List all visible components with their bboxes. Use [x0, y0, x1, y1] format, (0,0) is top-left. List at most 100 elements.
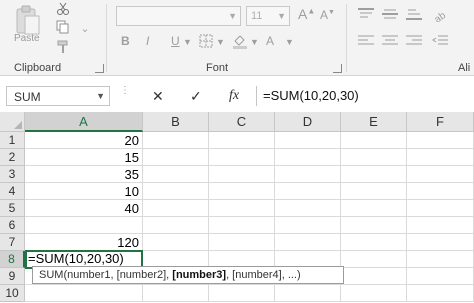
- formula-bar-grip[interactable]: ⋮: [120, 86, 130, 104]
- cell-b1[interactable]: [143, 132, 209, 149]
- cell-f7[interactable]: [407, 234, 474, 251]
- row-header[interactable]: 6: [0, 217, 25, 234]
- cell-c4[interactable]: [209, 183, 275, 200]
- column-header-a[interactable]: A: [25, 112, 143, 132]
- cell-e5[interactable]: [341, 200, 407, 217]
- align-left-icon[interactable]: [356, 35, 376, 49]
- cell-e2[interactable]: [341, 149, 407, 166]
- cut-icon[interactable]: [56, 2, 70, 16]
- column-header-b[interactable]: B: [143, 112, 209, 132]
- cell-d1[interactable]: [275, 132, 341, 149]
- clipboard-dialog-launcher[interactable]: [95, 64, 104, 73]
- align-center-icon[interactable]: [380, 35, 400, 49]
- cell-a7[interactable]: 120: [25, 234, 143, 251]
- font-size-combo[interactable]: 11 ▼: [246, 6, 290, 26]
- italic-button[interactable]: I: [146, 34, 149, 48]
- underline-button[interactable]: U: [171, 34, 180, 48]
- font-dialog-launcher[interactable]: [333, 64, 342, 73]
- cell-a6[interactable]: [25, 217, 143, 234]
- chevron-down-icon[interactable]: ⌄: [78, 22, 92, 36]
- row-header[interactable]: 10: [0, 285, 25, 302]
- cell-f8[interactable]: [407, 251, 474, 268]
- borders-icon[interactable]: [199, 34, 213, 51]
- cell-a2[interactable]: 15: [25, 149, 143, 166]
- cell-f2[interactable]: [407, 149, 474, 166]
- cell-c3[interactable]: [209, 166, 275, 183]
- grow-font-button[interactable]: A▲: [298, 6, 315, 22]
- bold-button[interactable]: B: [121, 34, 130, 48]
- cell-b2[interactable]: [143, 149, 209, 166]
- chevron-down-icon[interactable]: ▼: [96, 91, 105, 101]
- cell-a10[interactable]: [25, 285, 143, 302]
- align-right-icon[interactable]: [404, 35, 424, 49]
- cell-b7[interactable]: [143, 234, 209, 251]
- cell-b6[interactable]: [143, 217, 209, 234]
- cell-f6[interactable]: [407, 217, 474, 234]
- cell-f1[interactable]: [407, 132, 474, 149]
- row-header[interactable]: 1: [0, 132, 25, 149]
- orientation-icon[interactable]: ab: [430, 8, 450, 26]
- row-header[interactable]: 8: [0, 251, 25, 268]
- cell-e10[interactable]: [341, 285, 407, 302]
- align-bottom-icon[interactable]: [404, 8, 424, 22]
- cell-d4[interactable]: [275, 183, 341, 200]
- cell-b3[interactable]: [143, 166, 209, 183]
- cell-a5[interactable]: 40: [25, 200, 143, 217]
- name-box[interactable]: SUM ▼: [6, 86, 110, 106]
- shrink-font-button[interactable]: A▼: [320, 8, 335, 22]
- format-painter-icon[interactable]: [56, 40, 70, 54]
- row-header[interactable]: 2: [0, 149, 25, 166]
- cell-a3[interactable]: 35: [25, 166, 143, 183]
- cell-e4[interactable]: [341, 183, 407, 200]
- row-header[interactable]: 9: [0, 268, 25, 285]
- cell-e1[interactable]: [341, 132, 407, 149]
- align-middle-icon[interactable]: [380, 8, 400, 22]
- cell-c5[interactable]: [209, 200, 275, 217]
- cell-d5[interactable]: [275, 200, 341, 217]
- cell-c2[interactable]: [209, 149, 275, 166]
- decrease-indent-icon[interactable]: [430, 35, 450, 49]
- cancel-icon[interactable]: ✕: [152, 88, 164, 105]
- cell-f10[interactable]: [407, 285, 474, 302]
- cell-c6[interactable]: [209, 217, 275, 234]
- column-header-c[interactable]: C: [209, 112, 275, 132]
- chevron-down-icon[interactable]: ▼: [285, 37, 294, 47]
- cell-c10[interactable]: [209, 285, 275, 302]
- row-header[interactable]: 5: [0, 200, 25, 217]
- chevron-down-icon[interactable]: ▼: [216, 37, 225, 47]
- font-color-button[interactable]: A: [266, 34, 274, 48]
- chevron-down-icon[interactable]: ▼: [250, 37, 259, 47]
- formula-input[interactable]: =SUM(10,20,30): [256, 86, 474, 106]
- chevron-down-icon[interactable]: ▼: [183, 37, 192, 47]
- row-header[interactable]: 4: [0, 183, 25, 200]
- font-name-combo[interactable]: ▼: [116, 6, 241, 26]
- cell-e8[interactable]: [341, 251, 407, 268]
- cell-f5[interactable]: [407, 200, 474, 217]
- cell-c1[interactable]: [209, 132, 275, 149]
- cell-e3[interactable]: [341, 166, 407, 183]
- function-argument-tooltip[interactable]: SUM(number1, [number2], [number3], [numb…: [32, 266, 344, 284]
- cell-f3[interactable]: [407, 166, 474, 183]
- fill-color-icon[interactable]: [232, 33, 248, 52]
- select-all-button[interactable]: [0, 112, 25, 132]
- column-header-e[interactable]: E: [341, 112, 407, 132]
- cell-a4[interactable]: 10: [25, 183, 143, 200]
- cell-b5[interactable]: [143, 200, 209, 217]
- cell-d7[interactable]: [275, 234, 341, 251]
- row-header[interactable]: 7: [0, 234, 25, 251]
- column-header-d[interactable]: D: [275, 112, 341, 132]
- cell-e7[interactable]: [341, 234, 407, 251]
- cell-e6[interactable]: [341, 217, 407, 234]
- align-top-icon[interactable]: [356, 8, 376, 22]
- column-header-f[interactable]: F: [407, 112, 474, 132]
- cell-e9[interactable]: [341, 268, 407, 285]
- cell-d2[interactable]: [275, 149, 341, 166]
- cell-a1[interactable]: 20: [25, 132, 143, 149]
- cell-d3[interactable]: [275, 166, 341, 183]
- cell-b4[interactable]: [143, 183, 209, 200]
- copy-icon[interactable]: [56, 20, 70, 34]
- cell-f9[interactable]: [407, 268, 474, 285]
- row-header[interactable]: 3: [0, 166, 25, 183]
- insert-function-icon[interactable]: fx: [229, 88, 239, 104]
- cell-d6[interactable]: [275, 217, 341, 234]
